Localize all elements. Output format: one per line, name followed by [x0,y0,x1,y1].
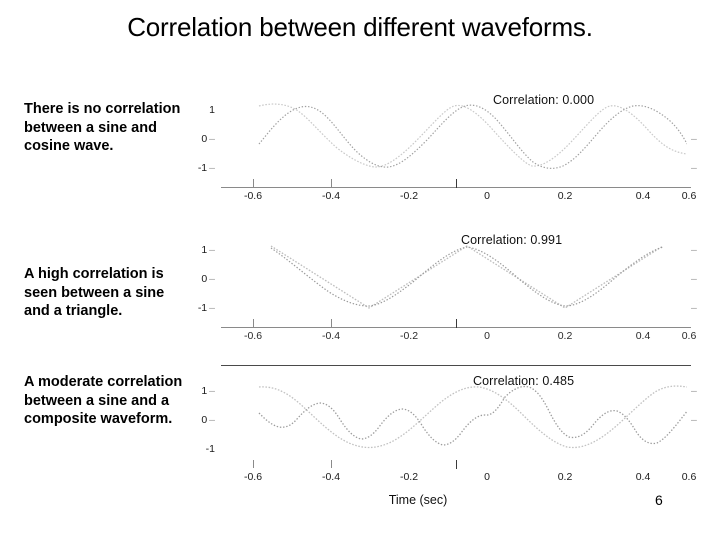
x-tick-label: -0.6 [243,330,263,342]
x-tick-label: 0.4 [635,471,651,483]
plot-area-2 [221,232,687,318]
x-tick-label: 0 [484,330,490,342]
x-tick-labels-2: -0.6 -0.4 -0.2 0 0.2 0.4 0.6 [221,330,696,346]
right-tick-minus1: – [691,162,697,174]
right-tick-1: – [691,385,697,397]
x-axis-title: Time (sec) [388,493,448,507]
x-tick-label: -0.2 [399,190,419,202]
right-tick-minus1: – [691,302,697,314]
x-tick-mark [253,179,254,187]
right-tick-0: – [691,414,697,426]
y-tick-label-1: 1– [201,385,215,397]
plot-top-rule-3 [221,365,691,366]
correlation-label-2: Correlation: 0.991 [461,233,563,247]
plot-panel-sine-vs-composite: 1– 0– -1 – – -0.6 -0.4 -0.2 0 0.2 0.4 0.… [183,365,697,495]
x-tick-label: 0.4 [635,330,651,342]
x-tick-label: -0.6 [243,190,263,202]
sine-curve [258,104,687,169]
y-tick-label-1: 1– [201,244,215,256]
x-tick-mark [331,319,332,327]
page-title: Correlation between different waveforms. [127,12,593,42]
sine-curve [270,246,664,307]
x-tick-label: 0.6 [681,190,697,202]
x-tick-label: -0.2 [399,471,419,483]
x-tick-marks-1 [221,179,691,188]
x-tick-label: -0.6 [243,471,263,483]
x-tick-marks-2 [221,319,691,328]
x-tick-label: 0 [484,190,490,202]
x-tick-label: 0.2 [557,330,573,342]
triangle-curve [270,245,664,309]
correlation-label-3: Correlation: 0.485 [473,374,575,388]
right-tick-0: – [691,273,697,285]
x-tick-label: 0 [484,471,490,483]
right-tick-0: – [691,133,697,145]
x-tick-mark [331,460,332,468]
y-tick-label-minus1: -1– [197,162,215,174]
x-tick-mark [253,460,254,468]
x-tick-label: -0.4 [321,190,341,202]
x-tick-marks-3 [221,460,691,469]
page-number: 6 [655,492,663,508]
plot-area-3 [221,373,687,459]
sine-curve [258,385,687,449]
y-tick-label-minus1: -1– [197,302,215,314]
caption-high-correlation: A high correlation is seen between a sin… [24,266,165,319]
waveform-curves-1 [258,103,687,169]
x-tick-mark [456,319,457,328]
plot-panel-sine-vs-triangle: 1– 0– -1– – – – -0.6 -0.4 -0.2 0 0.2 0.4… [183,224,697,354]
right-tick-1: – [691,244,697,256]
correlation-label-1: Correlation: 0.000 [493,93,595,107]
caption-no-correlation: There is no correlation between a sine a… [24,101,181,154]
x-tick-labels-1: -0.6 -0.4 -0.2 0 0.2 0.4 0.6 [221,190,696,206]
y-tick-label-0: 0– [201,414,215,426]
plot-area-1 [221,92,687,178]
composite-curve [258,385,687,446]
x-tick-label: -0.2 [399,330,419,342]
waveform-correlation-figure: 1 0– -1– – – -0.6 -0.4 -0.2 0 0.2 0.4 0.… [183,84,697,524]
x-tick-label: -0.4 [321,471,341,483]
caption-moderate-correlation: A moderate correlation between a sine an… [24,374,183,427]
x-tick-label: 0.6 [681,471,697,483]
x-tick-mark [331,179,332,187]
y-tick-label-1: 1 [209,104,215,116]
x-tick-mark [253,319,254,327]
x-tick-label: 0.4 [635,190,651,202]
x-tick-label: -0.4 [321,330,341,342]
x-tick-mark [456,179,457,188]
y-tick-label-0: 0– [201,273,215,285]
waveform-curves-3 [258,385,687,449]
x-tick-labels-3: -0.6 -0.4 -0.2 0 0.2 0.4 0.6 [221,471,696,487]
x-tick-label: 0.6 [681,330,697,342]
waveform-curves-2 [270,245,664,309]
slide: Correlation between different waveforms.… [0,0,720,540]
y-tick-label-0: 0– [201,133,215,145]
x-tick-label: 0.2 [557,190,573,202]
y-tick-label-minus1: -1 [205,443,215,455]
x-tick-label: 0.2 [557,471,573,483]
plot-panel-sine-vs-cosine: 1 0– -1– – – -0.6 -0.4 -0.2 0 0.2 0.4 0.… [183,84,697,214]
x-tick-mark [456,460,457,469]
